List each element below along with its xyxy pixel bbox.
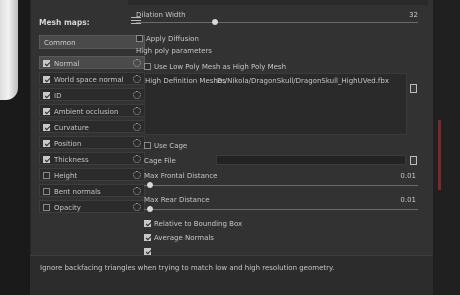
apply-diffusion-label: Apply Diffusion bbox=[146, 35, 199, 43]
mesh-maps-title: Mesh maps: bbox=[39, 18, 90, 27]
use-low-poly-checkbox[interactable] bbox=[144, 63, 151, 70]
dilation-width-slider[interactable] bbox=[136, 22, 418, 23]
average-normals-label: Average Normals bbox=[154, 234, 214, 242]
use-cage-label: Use Cage bbox=[154, 142, 188, 150]
map-label: Thickness bbox=[54, 155, 89, 164]
cage-file-label: Cage File bbox=[144, 157, 176, 165]
max-rear-value[interactable]: 0.01 bbox=[386, 196, 416, 204]
map-label: Bent normals bbox=[54, 187, 101, 196]
checkbox[interactable] bbox=[43, 107, 50, 115]
map-label: Height bbox=[54, 171, 78, 180]
checkbox[interactable] bbox=[43, 203, 50, 211]
status-bar: Ignore backfacing triangles when trying … bbox=[30, 255, 433, 295]
checkbox[interactable] bbox=[43, 91, 50, 99]
checkbox[interactable] bbox=[43, 75, 50, 83]
max-frontal-slider[interactable] bbox=[144, 185, 418, 186]
apply-diffusion-checkbox[interactable] bbox=[136, 35, 143, 42]
dilation-width-knob[interactable] bbox=[211, 19, 218, 25]
accent-strip bbox=[438, 120, 441, 190]
dilation-width-label: Dilation Width bbox=[136, 11, 186, 19]
3d-model-preview bbox=[0, 0, 18, 100]
max-frontal-label: Max Frontal Distance bbox=[144, 172, 218, 180]
relative-bb-checkbox[interactable] bbox=[144, 220, 151, 227]
bake-parameters-panel: Dilation Width 32 Apply Diffusion High p… bbox=[128, 0, 428, 255]
use-cage-checkbox[interactable] bbox=[144, 142, 151, 149]
checkbox[interactable] bbox=[43, 139, 50, 147]
max-rear-knob[interactable] bbox=[147, 206, 153, 212]
checkbox[interactable] bbox=[43, 155, 50, 163]
status-text: Ignore backfacing triangles when trying … bbox=[40, 264, 335, 272]
file-open-icon[interactable] bbox=[410, 84, 417, 93]
mesh-maps-sidebar: Mesh maps: Common Normal World space nor… bbox=[30, 0, 145, 255]
cage-file-field[interactable] bbox=[216, 155, 406, 165]
map-label: World space normal bbox=[54, 75, 124, 84]
hd-meshes-label: High Definition Meshes bbox=[145, 77, 226, 85]
file-open-icon[interactable] bbox=[410, 156, 417, 165]
high-poly-header: High poly parameters bbox=[136, 47, 212, 55]
map-label: ID bbox=[54, 91, 62, 100]
max-frontal-value[interactable]: 0.01 bbox=[386, 172, 416, 180]
hd-mesh-path[interactable]: D:/Nikola/DragonSkull/DragonSkull_HighUV… bbox=[217, 77, 389, 85]
map-label: Position bbox=[54, 139, 82, 148]
map-label: Ambient occlusion bbox=[54, 107, 119, 116]
map-label: Curvature bbox=[54, 123, 89, 132]
checkbox[interactable] bbox=[43, 123, 50, 131]
checkbox[interactable] bbox=[43, 187, 50, 195]
max-rear-slider[interactable] bbox=[144, 209, 418, 210]
map-label: Normal bbox=[54, 59, 80, 68]
average-normals-checkbox[interactable] bbox=[144, 234, 151, 241]
checkbox[interactable] bbox=[43, 171, 50, 179]
use-low-poly-label: Use Low Poly Mesh as High Poly Mesh bbox=[154, 63, 287, 71]
max-rear-label: Max Rear Distance bbox=[144, 196, 210, 204]
dilation-width-value[interactable]: 32 bbox=[388, 11, 418, 19]
checkbox[interactable] bbox=[43, 59, 50, 67]
relative-bb-label: Relative to Bounding Box bbox=[154, 220, 243, 228]
max-frontal-knob[interactable] bbox=[147, 182, 153, 188]
map-label: Opacity bbox=[54, 203, 81, 212]
ignore-backface-checkbox[interactable] bbox=[144, 248, 151, 255]
